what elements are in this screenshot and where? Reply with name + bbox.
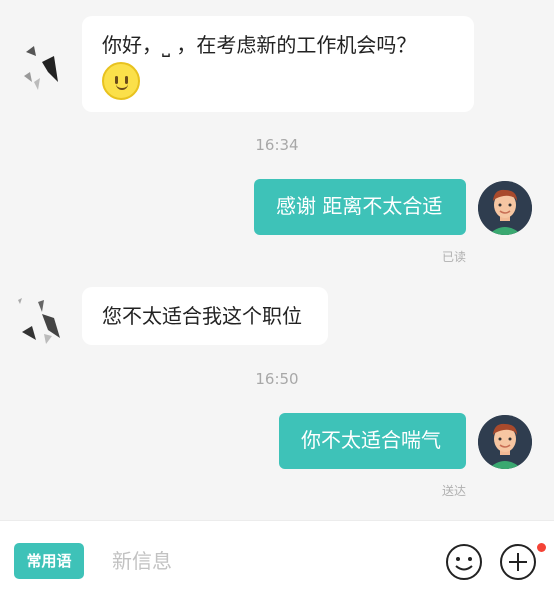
contact-avatar[interactable] <box>14 42 66 94</box>
outgoing-message-bubble[interactable]: 感谢 距离不太合适 <box>254 179 466 235</box>
message-input[interactable] <box>112 545 412 577</box>
timestamp: 16:50 <box>255 370 299 388</box>
contact-avatar[interactable] <box>14 296 66 348</box>
message-text: 您不太适合我这个职位 <box>102 304 302 328</box>
smiley-emoji <box>102 62 140 100</box>
incoming-message-bubble[interactable]: 你好，⎵ ，在考虑新的工作机会吗？ <box>82 16 474 112</box>
user-avatar[interactable] <box>478 181 532 235</box>
delivered-status: 送达 <box>441 484 466 498</box>
quick-phrase-button[interactable]: 常用语 <box>14 543 84 579</box>
outgoing-message-bubble[interactable]: 你不太适合喘气 <box>279 413 466 469</box>
read-status: 已读 <box>441 250 466 264</box>
incoming-message-bubble[interactable]: 您不太适合我这个职位 <box>82 287 328 345</box>
message-text: 你不太适合喘气 <box>301 428 441 452</box>
message-text: 你好，⎵ ，在考虑新的工作机会吗？ <box>102 33 417 57</box>
timestamp: 16:34 <box>255 136 299 154</box>
chat-area: 你好，⎵ ，在考虑新的工作机会吗？ 16:34 感谢 距离不太合适 已读 您不太… <box>0 0 554 520</box>
smiley-icon[interactable] <box>445 543 483 581</box>
plus-circle-icon[interactable] <box>499 543 537 581</box>
user-avatar[interactable] <box>478 415 532 469</box>
message-composer: 常用语 <box>0 520 554 596</box>
message-text: 感谢 距离不太合适 <box>276 194 443 218</box>
notification-dot <box>537 543 546 552</box>
